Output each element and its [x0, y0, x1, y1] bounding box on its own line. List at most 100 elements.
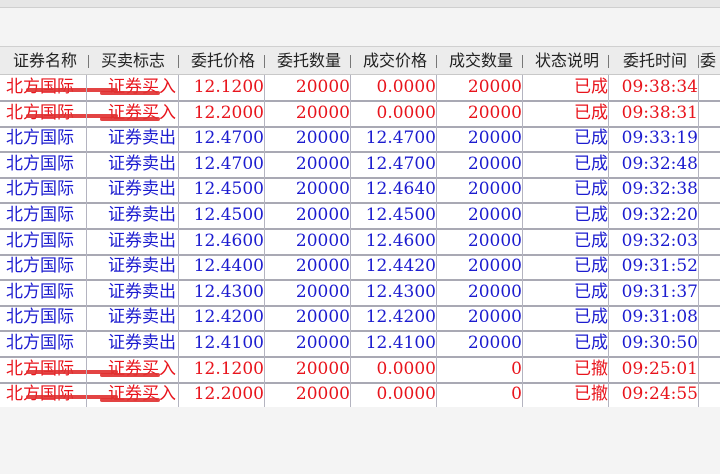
- orders-table[interactable]: 北方国际 证券买入 12.1200 20000 0.0000 20000 已成 09:38:3…: [0, 75, 720, 410]
- cell-deal-qty: 20000: [467, 179, 522, 200]
- cell-deal-qty: 20000: [467, 256, 522, 277]
- column-header-deal-qty[interactable]: 成交数量: [438, 47, 524, 74]
- cell-name: 北方国际: [6, 153, 74, 174]
- cell-status: 已成: [574, 179, 608, 200]
- cell-order-price: 12.2000: [193, 102, 264, 123]
- cell-order-time: 09:31:37: [621, 281, 698, 302]
- cell-order-qty: 20000: [295, 384, 350, 405]
- cell-order-qty: 20000: [295, 358, 350, 379]
- table-row[interactable]: 北方国际 证券卖出 12.4700 20000 12.4700 20000 已成 09:33:…: [0, 126, 720, 154]
- cell-deal-qty: 20000: [467, 102, 522, 123]
- cell-deal-qty: 20000: [467, 205, 522, 225]
- cell-deal-price: 12.4640: [365, 179, 436, 200]
- cell-deal-price: 12.4300: [365, 281, 436, 302]
- column-header-status[interactable]: 状态说明: [524, 47, 610, 74]
- cell-deal-price: 0.0000: [376, 77, 436, 97]
- column-header-order-price[interactable]: 委托价格: [180, 47, 266, 74]
- cell-order-qty: 20000: [295, 307, 350, 328]
- table-row[interactable]: 北方国际 证券卖出 12.4400 20000 12.4420 20000 已成 09:31:…: [0, 254, 720, 282]
- cell-status: 已撤: [574, 358, 608, 379]
- cell-name: 北方国际: [6, 256, 74, 277]
- cell-order-price: 12.4500: [193, 205, 264, 225]
- cell-order-time: 09:33:19: [621, 128, 698, 149]
- table-header: 证券名称 买卖标志 委托价格 委托数量 成交价格 成交数量 状态说明 委托时间委: [0, 46, 720, 75]
- redaction-mark: [100, 116, 160, 121]
- column-grid-line: [350, 75, 351, 407]
- table-row[interactable]: 北方国际 证券卖出 12.4500 20000 12.4640 20000 已成 09:32:…: [0, 177, 720, 205]
- cell-order-qty: 20000: [295, 256, 350, 277]
- cell-name: 北方国际: [6, 333, 74, 353]
- cell-status: 已成: [574, 256, 608, 277]
- header-separator: [522, 55, 523, 68]
- cell-name: 北方国际: [6, 230, 74, 251]
- cell-order-time: 09:32:03: [621, 230, 698, 251]
- table-row[interactable]: 北方国际 证券卖出 12.4300 20000 12.4300 20000 已成 09:31:…: [0, 280, 720, 307]
- top-toolbar-strip: [0, 0, 720, 8]
- cell-order-time: 09:38:31: [621, 102, 698, 123]
- cell-order-time: 09:30:50: [621, 333, 698, 353]
- table-row[interactable]: 北方国际 证券买入 12.1200 20000 0.0000 0 已撤 09:25:01: [0, 357, 720, 384]
- empty-area: [0, 407, 720, 474]
- redaction-mark: [100, 372, 160, 377]
- table-row[interactable]: 北方国际 证券卖出 12.4700 20000 12.4700 20000 已成 09:32:…: [0, 152, 720, 179]
- cell-status: 已成: [574, 102, 608, 123]
- table-row[interactable]: 北方国际 证券卖出 12.4100 20000 12.4100 20000 已成 09:30:…: [0, 331, 720, 358]
- cell-order-price: 12.4700: [193, 128, 264, 149]
- cell-direction: 证券卖出: [108, 230, 176, 251]
- order-query-window: 证券名称 买卖标志 委托价格 委托数量 成交价格 成交数量 状态说明 委托时间委 北方国际 证券…: [0, 0, 720, 474]
- table-row[interactable]: 北方国际 证券买入 12.2000 20000 0.0000 0 已撤 09:24:55: [0, 382, 720, 410]
- header-separator: [178, 55, 179, 68]
- cell-order-price: 12.4600: [193, 230, 264, 251]
- cell-order-price: 12.1200: [193, 358, 264, 379]
- cell-order-time: 09:32:48: [621, 153, 698, 174]
- cell-direction: 证券卖出: [108, 205, 176, 225]
- cell-order-qty: 20000: [295, 102, 350, 123]
- column-header-order-qty[interactable]: 委托数量: [266, 47, 352, 74]
- header-separator: [350, 55, 351, 68]
- cell-name: 北方国际: [6, 179, 74, 200]
- header-separator: [608, 55, 609, 68]
- cell-direction: 证券卖出: [108, 153, 176, 174]
- cell-order-time: 09:32:38: [621, 179, 698, 200]
- cell-status: 已成: [574, 205, 608, 225]
- cell-status: 已成: [574, 77, 608, 97]
- cell-direction: 证券卖出: [108, 128, 176, 149]
- cell-deal-price: 0.0000: [376, 102, 436, 123]
- table-row[interactable]: 北方国际 证券买入 12.2000 20000 0.0000 20000 已成 09:38:3…: [0, 101, 720, 128]
- cell-order-price: 12.1200: [193, 77, 264, 97]
- cell-order-qty: 20000: [295, 179, 350, 200]
- column-grid-line: [264, 75, 265, 407]
- cell-order-qty: 20000: [295, 281, 350, 302]
- cell-order-time: 09:38:34: [621, 77, 698, 97]
- cell-deal-qty: 20000: [467, 281, 522, 302]
- cell-deal-qty: 20000: [467, 77, 522, 97]
- column-header-name[interactable]: 证券名称: [4, 47, 86, 74]
- table-row[interactable]: 北方国际 证券买入 12.1200 20000 0.0000 20000 已成 09:38:3…: [0, 75, 720, 102]
- cell-deal-price: 0.0000: [376, 384, 436, 405]
- table-row[interactable]: 北方国际 证券卖出 12.4500 20000 12.4500 20000 已成 09:32:…: [0, 203, 720, 230]
- cell-direction: 证券卖出: [108, 333, 176, 353]
- cell-order-qty: 20000: [295, 230, 350, 251]
- header-separator: [88, 55, 89, 68]
- cell-order-time: 09:31:52: [621, 256, 698, 277]
- column-header-extra[interactable]: 委: [700, 47, 720, 74]
- column-header-deal-price[interactable]: 成交价格: [352, 47, 438, 74]
- cell-status: 已成: [574, 307, 608, 328]
- cell-status: 已成: [574, 230, 608, 251]
- cell-order-time: 09:32:20: [621, 205, 698, 225]
- column-header-order-time[interactable]: 委托时间: [610, 47, 700, 74]
- table-row[interactable]: 北方国际 证券卖出 12.4200 20000 12.4200 20000 已成 09:31:…: [0, 305, 720, 333]
- cell-deal-price: 12.4500: [365, 205, 436, 225]
- cell-order-time: 09:31:08: [621, 307, 698, 328]
- table-row[interactable]: 北方国际 证券卖出 12.4600 20000 12.4600 20000 已成 09:32:…: [0, 229, 720, 256]
- cell-order-price: 12.4700: [193, 153, 264, 174]
- cell-order-price: 12.4200: [193, 307, 264, 328]
- cell-status: 已成: [574, 153, 608, 174]
- cell-deal-qty: 20000: [467, 128, 522, 149]
- cell-status: 已成: [574, 333, 608, 353]
- column-grid-line: [178, 75, 179, 407]
- column-header-direction[interactable]: 买卖标志: [88, 47, 178, 74]
- cell-name: 北方国际: [6, 128, 74, 149]
- cell-deal-qty: 0: [511, 358, 522, 379]
- column-grid-line: [436, 75, 437, 407]
